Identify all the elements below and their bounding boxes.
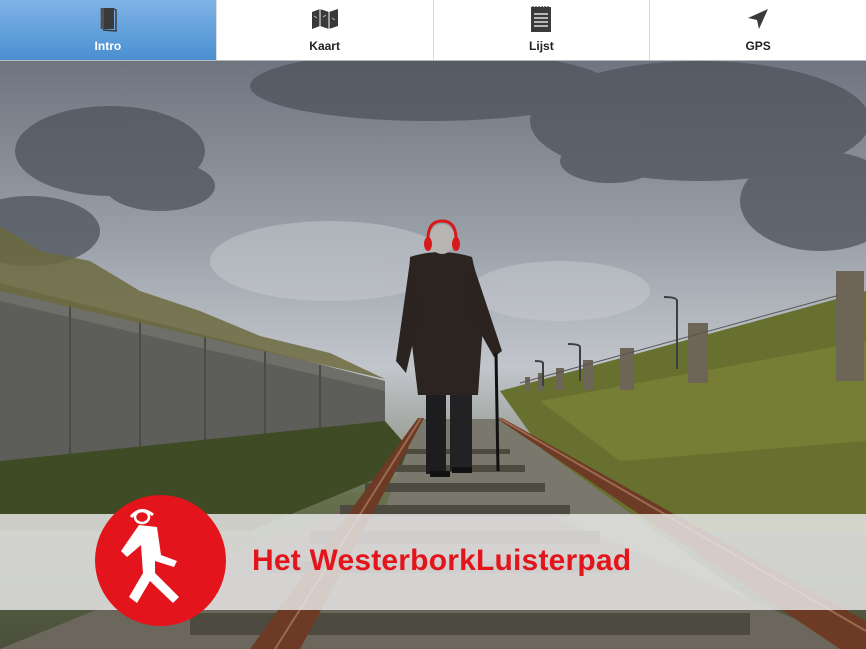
banner-title: Het WesterborkLuisterpad: [252, 544, 632, 577]
list-icon: [530, 5, 552, 33]
tab-label: Lijst: [529, 39, 554, 53]
book-icon: [98, 5, 118, 33]
tab-lijst[interactable]: Lijst: [432, 0, 650, 60]
walking-person-headphones-icon: [95, 495, 226, 626]
tab-label: Intro: [94, 39, 122, 53]
tab-gps[interactable]: GPS: [649, 0, 866, 60]
tab-label: GPS: [745, 39, 771, 53]
tab-bar: Intro Kaart Lijst GPS: [0, 0, 866, 61]
map-icon: [311, 5, 339, 33]
tab-intro[interactable]: Intro: [0, 0, 216, 60]
tab-label: Kaart: [309, 39, 340, 53]
location-arrow-icon: [746, 5, 770, 33]
tab-kaart[interactable]: Kaart: [215, 0, 433, 60]
